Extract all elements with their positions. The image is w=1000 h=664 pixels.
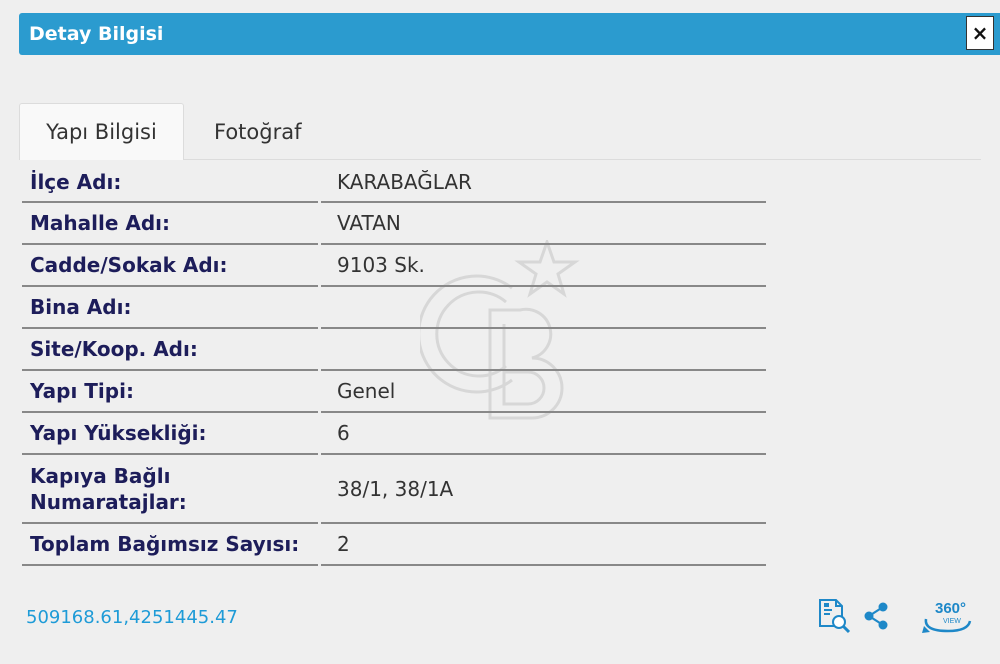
row-value: VATAN bbox=[321, 203, 766, 245]
tab-yapi-bilgisi[interactable]: Yapı Bilgisi bbox=[19, 103, 184, 160]
row-label: Mahalle Adı: bbox=[22, 203, 318, 245]
row-value: 38/1, 38/1A bbox=[321, 455, 766, 524]
table-row: Kapıya Bağlı Numaratajlar: 38/1, 38/1A bbox=[22, 455, 766, 524]
table-row: Mahalle Adı: VATAN bbox=[22, 203, 766, 245]
row-label: Cadde/Sokak Adı: bbox=[22, 245, 318, 287]
row-label: İlçe Adı: bbox=[22, 162, 318, 203]
close-button[interactable]: × bbox=[966, 16, 994, 50]
table-row: Cadde/Sokak Adı: 9103 Sk. bbox=[22, 245, 766, 287]
row-value bbox=[321, 329, 766, 371]
coordinates-link[interactable]: 509168.61,4251445.47 bbox=[26, 607, 238, 628]
row-label: Yapı Tipi: bbox=[22, 371, 318, 413]
row-value: KARABAĞLAR bbox=[321, 162, 766, 203]
tab-fotograf[interactable]: Fotoğraf bbox=[194, 103, 324, 160]
row-value bbox=[321, 287, 766, 329]
document-search-icon[interactable] bbox=[816, 598, 852, 634]
table-row: Yapı Yüksekliği: 6 bbox=[22, 413, 766, 455]
view-360-icon[interactable]: 360° VIEW bbox=[920, 597, 976, 637]
row-value: 2 bbox=[321, 524, 766, 566]
row-value: 6 bbox=[321, 413, 766, 455]
row-label: Toplam Bağımsız Sayısı: bbox=[22, 524, 318, 566]
table-row: İlçe Adı: KARABAĞLAR bbox=[22, 162, 766, 203]
tab-bar: Yapı Bilgisi Fotoğraf bbox=[19, 103, 981, 160]
building-info-table: İlçe Adı: KARABAĞLAR Mahalle Adı: VATAN … bbox=[22, 162, 766, 566]
table-row: Yapı Tipi: Genel bbox=[22, 371, 766, 413]
view-360-label: 360° bbox=[935, 600, 966, 617]
share-icon[interactable] bbox=[861, 601, 891, 631]
row-label: Bina Adı: bbox=[22, 287, 318, 329]
row-value: 9103 Sk. bbox=[321, 245, 766, 287]
row-label: Yapı Yüksekliği: bbox=[22, 413, 318, 455]
row-label: Kapıya Bağlı Numaratajlar: bbox=[22, 455, 318, 524]
view-360-sub: VIEW bbox=[943, 618, 961, 625]
table-row: Toplam Bağımsız Sayısı: 2 bbox=[22, 524, 766, 566]
row-value: Genel bbox=[321, 371, 766, 413]
table-row: Site/Koop. Adı: bbox=[22, 329, 766, 371]
dialog-header: Detay Bilgisi bbox=[19, 13, 1000, 55]
row-label: Site/Koop. Adı: bbox=[22, 329, 318, 371]
dialog-title: Detay Bilgisi bbox=[29, 23, 164, 45]
table-row: Bina Adı: bbox=[22, 287, 766, 329]
